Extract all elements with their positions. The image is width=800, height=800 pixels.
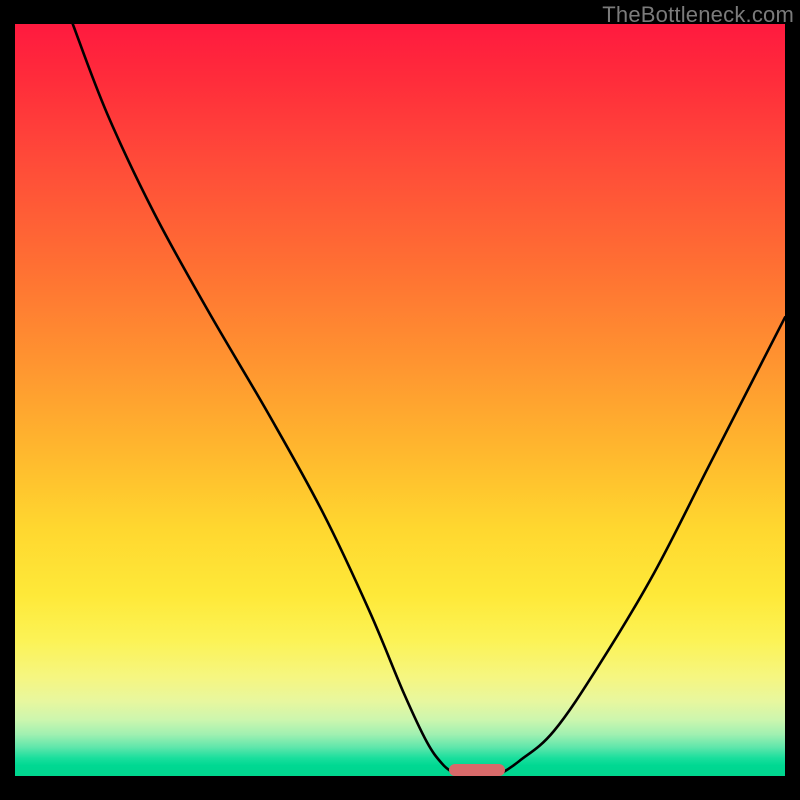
chart-frame: TheBottleneck.com (0, 0, 800, 800)
plot-area (15, 24, 785, 776)
bottleneck-curves (15, 24, 785, 776)
watermark-text: TheBottleneck.com (602, 2, 794, 28)
optimal-marker (449, 764, 505, 776)
curve-right (503, 317, 785, 772)
curve-left (73, 24, 453, 772)
